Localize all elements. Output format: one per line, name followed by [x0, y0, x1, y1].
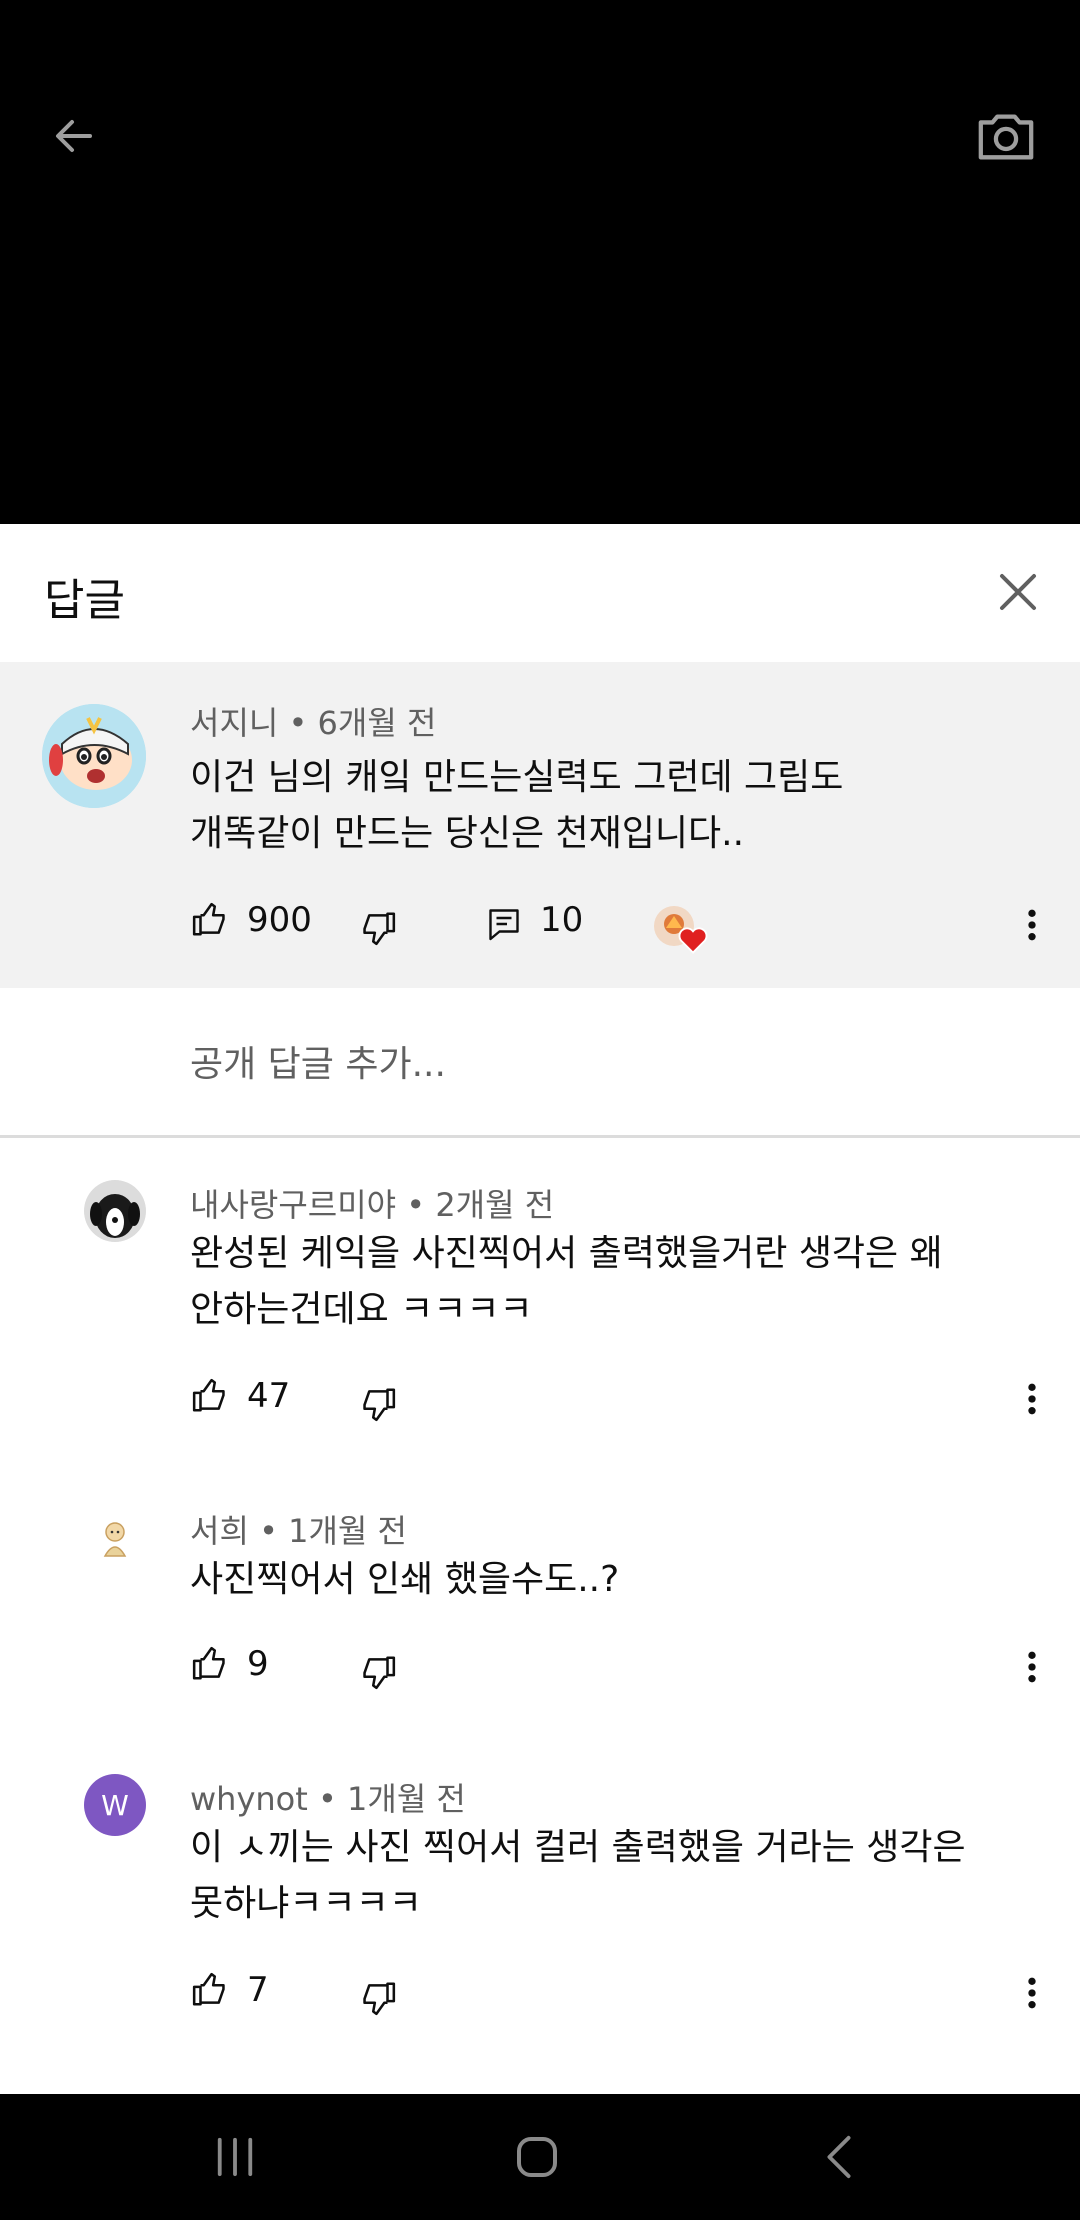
- dog-avatar-icon: [84, 1180, 146, 1242]
- avatar-letter: W: [101, 1788, 129, 1822]
- comment-icon: [489, 909, 519, 941]
- comment-text: 사진찍어서 인쇄 했을수도..?: [190, 1552, 1070, 1608]
- character-avatar-icon: [84, 1508, 146, 1570]
- comment-text: 이건 님의 캐잌 만드는실력도 그런데 그림도 개똑같이 만드는 당신은 천재입…: [190, 750, 1070, 862]
- reply-button[interactable]: [482, 902, 526, 946]
- panel-title: 답글: [44, 575, 125, 626]
- more-vertical-icon: [1028, 1977, 1036, 2009]
- thumbs-up-icon: [192, 1972, 225, 2006]
- camera-icon: [978, 114, 1034, 160]
- home-icon: [517, 2137, 557, 2177]
- comment-author-line: whynot • 1개월 전: [190, 1774, 466, 1820]
- dislike-button[interactable]: [356, 1650, 400, 1694]
- comment-time: 6개월 전: [317, 704, 437, 742]
- chevron-left-icon: [827, 2135, 851, 2179]
- thumbs-down-icon: [363, 912, 396, 946]
- thumbs-up-icon: [192, 1646, 225, 1680]
- arrow-left-icon: [56, 120, 92, 152]
- heart-icon: [678, 927, 708, 954]
- system-navigation-bar: [0, 2094, 1080, 2220]
- like-button[interactable]: [188, 1374, 232, 1418]
- comment-text-line: 이 ㅅ끼는 사진 찍어서 컬러 출력했을 거라는 생각은: [190, 1827, 966, 1868]
- comment-author[interactable]: 서희: [190, 1512, 249, 1550]
- comment-author[interactable]: whynot: [190, 1780, 308, 1818]
- comment-author-line: 내사랑구르미야 • 2개월 전: [190, 1180, 554, 1226]
- more-options-button[interactable]: [1012, 1644, 1052, 1690]
- divider: [0, 1135, 1080, 1138]
- separator-dot: •: [406, 1186, 426, 1224]
- avatar[interactable]: [84, 1180, 146, 1242]
- reply-input[interactable]: [190, 1034, 1030, 1094]
- more-vertical-icon: [1028, 909, 1036, 941]
- like-count: 9: [247, 1644, 269, 1684]
- separator-dot: •: [259, 1512, 278, 1550]
- like-button[interactable]: [188, 898, 232, 942]
- close-button[interactable]: [990, 564, 1046, 620]
- thumbs-up-icon: [192, 1378, 225, 1412]
- comment-text-line: 못하냐ㅋㅋㅋㅋ: [190, 1883, 422, 1924]
- reply-count: 10: [540, 900, 584, 940]
- more-vertical-icon: [1028, 1651, 1036, 1683]
- like-count: 900: [247, 900, 312, 940]
- recent-apps-button[interactable]: [190, 2122, 280, 2192]
- more-vertical-icon: [1028, 1383, 1036, 1415]
- like-count: 47: [247, 1376, 291, 1416]
- recent-apps-icon: [217, 2137, 253, 2177]
- comment-text-line: 개똑같이 만드는 당신은 천재입니다..: [190, 813, 745, 854]
- comment-text-line: 이건 님의 캐잌 만드는실력도 그런데 그림도: [190, 757, 844, 798]
- dislike-button[interactable]: [356, 1382, 400, 1426]
- avatar[interactable]: W: [84, 1774, 146, 1836]
- more-options-button[interactable]: [1012, 1376, 1052, 1422]
- comment-text-line: 완성된 케익을 사진찍어서 출력했을거란 생각은 왜: [190, 1233, 943, 1274]
- thumbs-up-icon: [192, 902, 225, 936]
- comment-time: 1개월 전: [347, 1780, 466, 1818]
- system-back-button[interactable]: [794, 2122, 884, 2192]
- back-button[interactable]: [34, 96, 114, 176]
- separator-dot: •: [317, 1780, 337, 1818]
- comment-author[interactable]: 내사랑구르미야: [190, 1186, 396, 1224]
- comment-text-line: 안하는건데요 ㅋㅋㅋㅋ: [190, 1289, 533, 1330]
- comment-text: 완성된 케익을 사진찍어서 출력했을거란 생각은 왜 안하는건데요 ㅋㅋㅋㅋ: [190, 1226, 1070, 1338]
- separator-dot: •: [288, 704, 308, 742]
- comment-text: 이 ㅅ끼는 사진 찍어서 컬러 출력했을 거라는 생각은 못하냐ㅋㅋㅋㅋ: [190, 1820, 1070, 1932]
- cartoon-avatar-icon: [42, 704, 146, 808]
- parent-comment: 서지니 • 6개월 전 이건 님의 캐잌 만드는실력도 그런데 그림도 개똑같이…: [0, 662, 1080, 988]
- close-icon: [1000, 574, 1036, 610]
- like-button[interactable]: [188, 1642, 232, 1686]
- comment-author-line: 서희 • 1개월 전: [190, 1506, 407, 1552]
- replies-panel-header: 답글: [0, 524, 1080, 662]
- thumbs-down-icon: [363, 1656, 396, 1690]
- like-count: 7: [247, 1970, 269, 2010]
- screenshot-button[interactable]: [966, 96, 1046, 176]
- home-button[interactable]: [492, 2122, 582, 2192]
- dislike-button[interactable]: [356, 906, 400, 950]
- comment-time: 2개월 전: [435, 1186, 555, 1224]
- avatar[interactable]: [84, 1508, 146, 1570]
- comment-time: 1개월 전: [288, 1512, 407, 1550]
- more-options-button[interactable]: [1012, 902, 1052, 948]
- like-button[interactable]: [188, 1968, 232, 2012]
- thumbs-down-icon: [363, 1982, 396, 2016]
- thumbs-down-icon: [363, 1388, 396, 1422]
- comment-author-line: 서지니 • 6개월 전: [190, 698, 436, 744]
- more-options-button[interactable]: [1012, 1970, 1052, 2016]
- comment-author[interactable]: 서지니: [190, 704, 278, 742]
- dislike-button[interactable]: [356, 1976, 400, 2020]
- avatar[interactable]: [42, 704, 146, 808]
- comment-text-line: 사진찍어서 인쇄 했을수도..?: [190, 1559, 620, 1600]
- video-player-area[interactable]: [0, 0, 1080, 524]
